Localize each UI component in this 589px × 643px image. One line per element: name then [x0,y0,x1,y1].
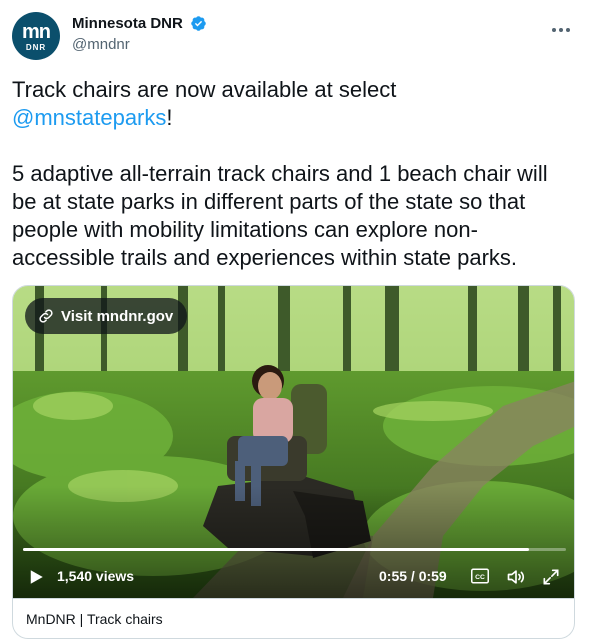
fullscreen-icon[interactable] [541,567,561,587]
more-icon[interactable] [549,18,573,42]
author-names: Minnesota DNR @mndnr [72,15,207,53]
avatar-logo: mn [22,21,51,43]
tweet-header: mn DNR Minnesota DNR @mndnr [12,10,577,66]
display-name[interactable]: Minnesota DNR [72,15,183,32]
time-readout: 0:55 / 0:59 [379,568,447,584]
captions-icon[interactable]: CC [471,568,489,584]
video-card[interactable]: Visit mndnr.gov 1,540 views 0:55 / 0:59 … [12,285,575,639]
visit-link-button[interactable]: Visit mndnr.gov [25,298,188,334]
play-icon[interactable] [27,568,45,586]
volume-icon[interactable] [506,567,526,587]
progress-bar[interactable] [23,548,566,551]
verified-badge-icon [191,16,207,32]
view-count: 1,540 views [57,568,135,584]
video-player[interactable]: Visit mndnr.gov 1,540 views 0:55 / 0:59 … [13,286,574,598]
visit-link-label: Visit mndnr.gov [61,307,174,325]
handle[interactable]: @mndnr [72,36,207,53]
tweet-text-part1: Track chairs are now available at select [12,77,397,102]
progress-fill [23,548,530,551]
svg-text:CC: CC [475,574,485,581]
tweet-text: Track chairs are now available at select… [12,76,577,272]
mention-link[interactable]: @mnstateparks [12,105,166,130]
card-title[interactable]: MnDNR | Track chairs [13,598,574,638]
link-icon [39,309,53,323]
video-controls: 1,540 views 0:55 / 0:59 CC [13,560,574,594]
avatar[interactable]: mn DNR [12,12,60,60]
avatar-logo-sub: DNR [25,43,47,52]
